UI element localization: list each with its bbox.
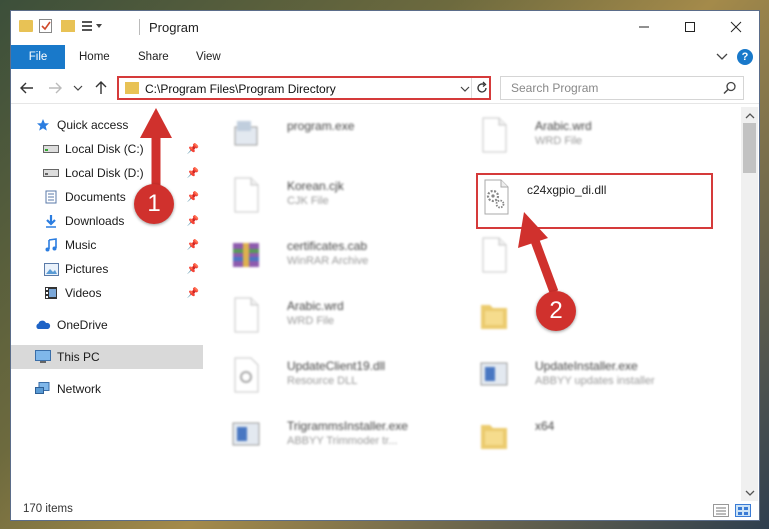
arrow-2: [529, 236, 559, 294]
step-badge-1: 1: [134, 184, 174, 224]
arrow-2-head: [518, 212, 548, 248]
arrow-1-head: [140, 108, 172, 138]
annotation-arrows: [140, 108, 559, 294]
step-badge-2: 2: [536, 291, 576, 331]
